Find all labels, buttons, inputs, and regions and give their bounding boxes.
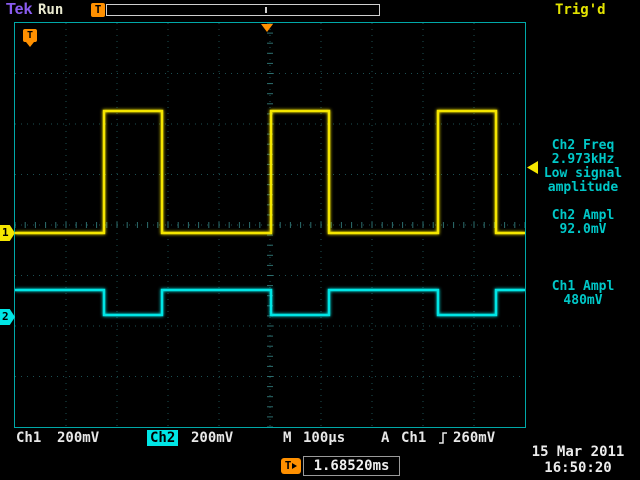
measurement-ch1-ampl: Ch1 Ampl 480mV	[528, 280, 638, 308]
trigger-status: Trig'd	[555, 2, 606, 18]
ch2-readout-label-selected: Ch2	[147, 430, 178, 446]
measurement-warning: Low signal	[528, 167, 638, 181]
measurement-ch2-freq: Ch2 Freq 2.973kHz Low signal amplitude	[528, 139, 638, 195]
time-readout: 16:50:20	[522, 460, 634, 476]
ch1-volts-per-div: 200mV	[57, 430, 99, 446]
measurement-value: 2.973kHz	[528, 153, 638, 167]
waveform-display	[15, 23, 525, 427]
timebase-value: 100µs	[303, 430, 345, 446]
delay-time-badge: T	[281, 458, 301, 474]
ch2-ground-marker: 2	[0, 309, 15, 325]
acquisition-status: Run	[38, 2, 63, 18]
rising-edge-icon	[438, 431, 448, 445]
trigger-readout-label: A	[381, 430, 389, 446]
delay-reference-arrow-icon	[26, 42, 34, 47]
delay-reference-marker: T	[23, 29, 37, 42]
date-readout: 15 Mar 2011	[522, 444, 634, 460]
record-view-bar	[106, 4, 380, 16]
trigger-level-value: 260mV	[453, 430, 495, 446]
delay-badge-letter: T	[285, 459, 292, 472]
ch1-ground-marker: 1	[0, 225, 15, 241]
oscilloscope-display: { "colors": { "bg": "#000000", "screen_b…	[0, 0, 640, 480]
timebase-label: M	[283, 430, 291, 446]
ch2-volts-per-div: 200mV	[191, 430, 233, 446]
measurement-value: 480mV	[528, 294, 638, 308]
measurement-ch2-ampl: Ch2 Ampl 92.0mV	[528, 209, 638, 237]
trigger-marker-badge: T	[91, 3, 105, 17]
measurement-label: Ch1 Ampl	[528, 280, 638, 294]
measurement-warning: amplitude	[528, 181, 638, 195]
measurement-value: 92.0mV	[528, 223, 638, 237]
measurement-label: Ch2 Freq	[528, 139, 638, 153]
trigger-source: Ch1	[401, 430, 426, 446]
tek-logo: Tek	[6, 1, 32, 19]
graticule: T	[14, 22, 526, 428]
delay-time-value: 1.68520ms	[303, 456, 400, 476]
delay-badge-arrow-icon	[292, 463, 297, 469]
measurement-label: Ch2 Ampl	[528, 209, 638, 223]
record-view-trigger-tick	[265, 7, 267, 13]
ch1-readout-label: Ch1	[16, 430, 41, 446]
